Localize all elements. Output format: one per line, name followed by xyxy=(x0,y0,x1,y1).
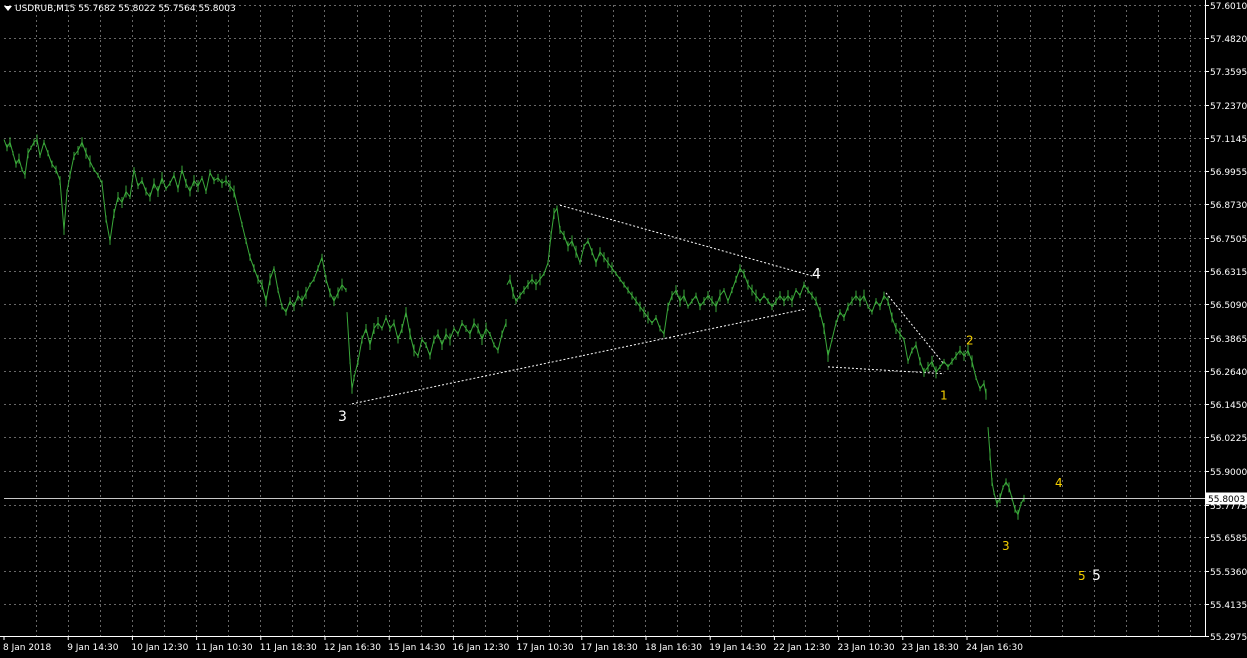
wave-labels: 3 4 5 1 2 3 4 5 xyxy=(338,267,1101,584)
y-tick-label: 57.1145 xyxy=(1210,135,1247,145)
y-tick-label: 57.6010 xyxy=(1210,2,1247,12)
y-tick-label: 56.8730 xyxy=(1210,201,1247,211)
open-value: 55.7682 xyxy=(78,4,116,14)
x-tick-label: 18 Jan 16:30 xyxy=(645,643,702,653)
close-value: 55.8003 xyxy=(198,4,236,14)
x-tick-label: 11 Jan 18:30 xyxy=(260,643,317,653)
x-tick-label: 22 Jan 12:30 xyxy=(773,643,830,653)
price-line-segment xyxy=(506,206,987,395)
y-tick-label: 57.4820 xyxy=(1210,35,1247,45)
x-tick-label: 10 Jan 12:30 xyxy=(131,643,188,653)
wave-label-white: 5 xyxy=(1092,568,1101,584)
price-line-segment xyxy=(3,138,347,314)
x-tick-label: 16 Jan 12:30 xyxy=(452,643,509,653)
wave-label-yellow: 2 xyxy=(966,333,974,347)
x-tick-label: 17 Jan 10:30 xyxy=(517,643,574,653)
y-tick-label: 55.4135 xyxy=(1210,601,1247,611)
symbol-label: USDRUB,M15 xyxy=(15,4,76,14)
x-tick-label: 24 Jan 16:30 xyxy=(966,643,1023,653)
y-tick-label: 56.5090 xyxy=(1210,301,1247,311)
x-tick-label: 8 Jan 2018 xyxy=(3,643,51,653)
wave-label-yellow: 3 xyxy=(1002,539,1010,553)
low-value: 55.7564 xyxy=(158,4,196,14)
current-price-label: 55.8003 xyxy=(1208,495,1245,505)
wave-label-white: 3 xyxy=(338,409,347,425)
y-tick-label: 56.7505 xyxy=(1210,235,1247,245)
y-tick-label: 56.2640 xyxy=(1210,368,1247,378)
price-line-segment xyxy=(987,427,1025,517)
y-tick-label: 57.2370 xyxy=(1210,102,1247,112)
wave-label-yellow: 4 xyxy=(1055,476,1063,490)
x-tick-label: 23 Jan 18:30 xyxy=(902,643,959,653)
chart-title-bar: USDRUB,M15 55.7682 55.8022 55.7564 55.80… xyxy=(4,4,236,14)
x-tick-label: 9 Jan 14:30 xyxy=(67,643,119,653)
price-chart[interactable]: 34512345 57.6010 57.4820 57.3595 57.2370 57.… xyxy=(0,0,1247,658)
wave-trendline xyxy=(351,308,805,405)
y-tick-label: 56.6315 xyxy=(1210,268,1247,278)
y-tick-label: 56.1450 xyxy=(1210,401,1247,411)
x-tick-label: 19 Jan 14:30 xyxy=(709,643,766,653)
x-tick-label: 11 Jan 10:30 xyxy=(196,643,253,653)
high-value: 55.8022 xyxy=(118,4,156,14)
x-tick-label: 23 Jan 10:30 xyxy=(838,643,895,653)
y-tick-label: 56.3865 xyxy=(1210,335,1247,345)
x-tick-label: 17 Jan 18:30 xyxy=(581,643,638,653)
axes: 57.6010 57.4820 57.3595 57.2370 57.1145 56.99… xyxy=(0,0,1247,653)
wave-trendline xyxy=(559,204,815,277)
wave-trendline xyxy=(827,366,945,375)
price-chart-svg[interactable]: 34512345 57.601057.482057.359557.237057.… xyxy=(0,0,1247,658)
y-tick-label: 57.3595 xyxy=(1210,68,1247,78)
price-line-segment xyxy=(346,311,507,389)
y-tick-label: 56.9955 xyxy=(1210,168,1247,178)
dropdown-triangle-icon[interactable] xyxy=(4,6,12,11)
y-tick-label: 55.2975 xyxy=(1210,633,1247,643)
wave-trendline xyxy=(885,292,945,365)
x-tick-label: 15 Jan 14:30 xyxy=(388,643,445,653)
wave-label-yellow: 1 xyxy=(940,388,948,402)
y-tick-label: 55.5360 xyxy=(1210,568,1247,578)
y-tick-label: 56.0225 xyxy=(1210,434,1247,444)
x-tick-label: 12 Jan 16:30 xyxy=(324,643,381,653)
chart-grid xyxy=(4,5,1205,637)
wave-label-white: 4 xyxy=(812,267,821,283)
wave-label-yellow: 5 xyxy=(1078,569,1086,583)
y-tick-label: 55.6585 xyxy=(1210,534,1247,544)
y-tick-label: 55.9000 xyxy=(1210,468,1247,478)
price-series xyxy=(3,134,1025,520)
